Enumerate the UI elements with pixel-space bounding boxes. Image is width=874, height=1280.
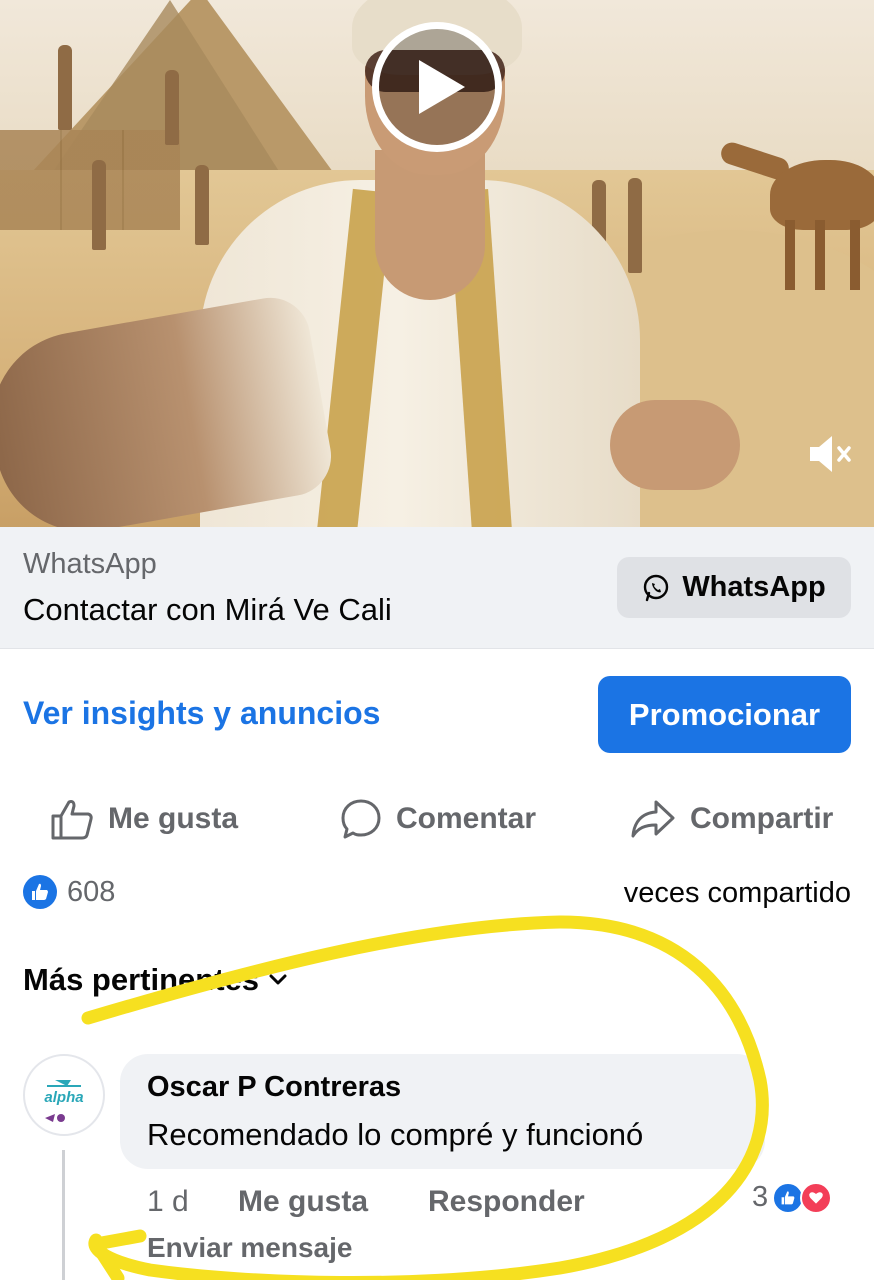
like-reaction-icon xyxy=(23,875,57,909)
comment-button[interactable]: Comentar xyxy=(340,792,536,846)
insights-link[interactable]: Ver insights y anuncios xyxy=(23,695,380,732)
promote-button[interactable]: Promocionar xyxy=(598,676,851,753)
comment-author[interactable]: Oscar P Contreras xyxy=(147,1071,401,1104)
speaker-muted-icon[interactable] xyxy=(806,432,856,476)
reactions-summary[interactable]: 608 xyxy=(23,875,115,909)
stone-blocks xyxy=(0,130,180,230)
comment-reply-button[interactable]: Responder xyxy=(428,1185,585,1219)
post-video[interactable] xyxy=(0,0,874,527)
chevron-down-icon xyxy=(269,974,287,985)
camel-image xyxy=(700,139,874,290)
thumbs-up-icon xyxy=(51,800,93,840)
commenter-avatar[interactable]: alpha xyxy=(23,1054,105,1136)
cta-title: Contactar con Mirá Ve Cali xyxy=(23,592,392,627)
comment-text: Recomendado lo compré y funcionó xyxy=(147,1117,644,1152)
likes-count: 608 xyxy=(67,875,116,908)
play-icon[interactable] xyxy=(372,22,502,152)
whatsapp-icon xyxy=(644,574,669,601)
like-label: Me gusta xyxy=(108,802,239,835)
shares-count[interactable]: veces compartido xyxy=(624,877,851,910)
comment-reactions[interactable]: 3 xyxy=(752,1181,833,1214)
like-button[interactable]: Me gusta xyxy=(50,792,238,846)
comment-filter-label: Más pertinentes xyxy=(23,962,260,997)
comment-thread-line xyxy=(62,1150,65,1280)
cta-subtitle: WhatsApp xyxy=(23,548,157,580)
comment-bubble-icon xyxy=(341,799,381,839)
love-reaction-icon xyxy=(800,1181,833,1214)
comment-timestamp[interactable]: 1 d xyxy=(147,1185,189,1219)
comment-like-button[interactable]: Me gusta xyxy=(238,1185,368,1219)
avatar-logo-text: alpha xyxy=(44,1089,83,1106)
whatsapp-button-label: WhatsApp xyxy=(682,571,826,603)
worker-figure xyxy=(58,45,72,130)
share-button[interactable]: Compartir xyxy=(630,792,833,846)
share-label: Compartir xyxy=(690,802,834,835)
whatsapp-button[interactable]: WhatsApp xyxy=(617,557,851,618)
comment-filter-dropdown[interactable]: Más pertinentes xyxy=(23,962,287,998)
comment-reaction-count: 3 xyxy=(752,1181,769,1213)
comment-label: Comentar xyxy=(396,802,537,835)
send-message-link[interactable]: Enviar mensaje xyxy=(147,1232,352,1264)
share-arrow-icon xyxy=(631,800,675,838)
worker-figure xyxy=(92,160,106,250)
